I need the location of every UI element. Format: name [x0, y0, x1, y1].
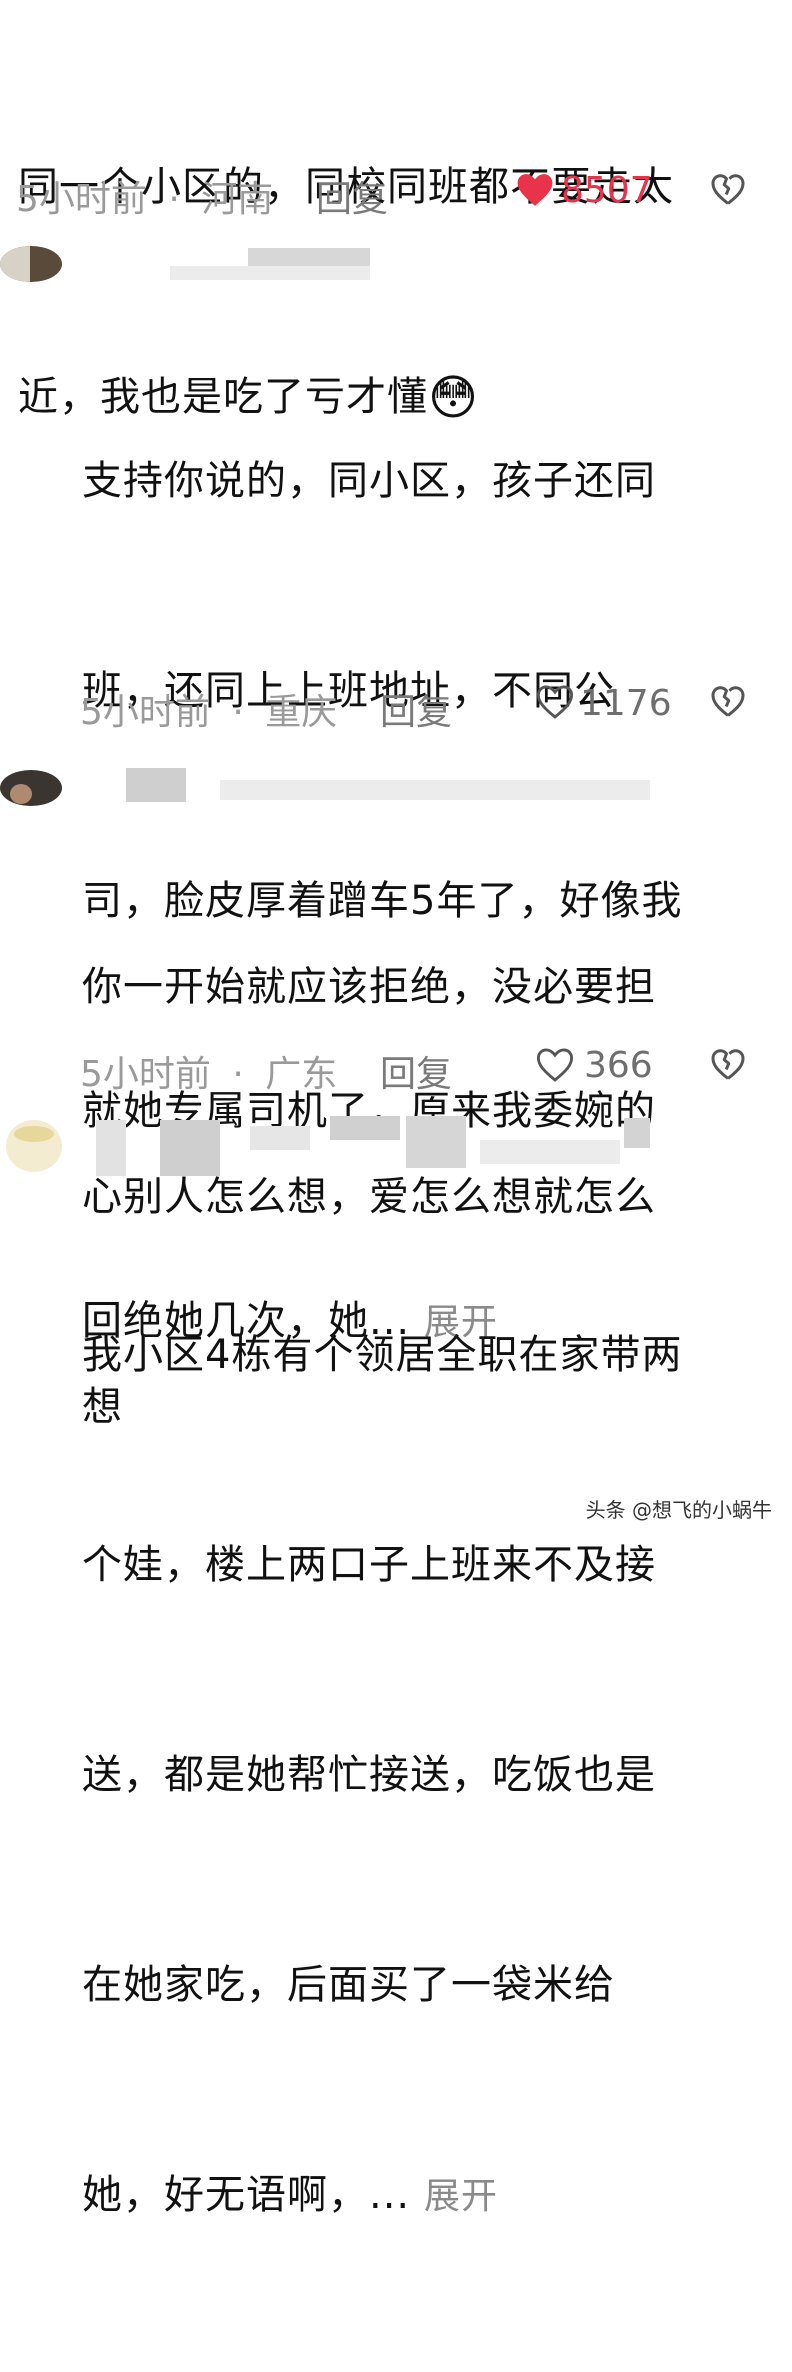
- expand-link[interactable]: 展开: [424, 2176, 498, 2217]
- avatar[interactable]: [6, 1120, 62, 1172]
- blurred-username-trail: [170, 266, 370, 280]
- blurred-username-block: [624, 1118, 650, 1148]
- comment-2-meta: 5小时前 · 重庆: [80, 692, 338, 733]
- heart-outline-icon[interactable]: [536, 1047, 574, 1083]
- broken-heart-icon[interactable]: [710, 684, 746, 720]
- watermark: 头条 @想飞的小蜗牛: [585, 1498, 772, 1522]
- like-count: 8507: [561, 170, 653, 211]
- avatar[interactable]: [0, 246, 62, 282]
- like-count: 1176: [580, 683, 672, 724]
- avatar[interactable]: [0, 770, 62, 806]
- heart-outline-icon[interactable]: [536, 684, 574, 720]
- broken-heart-icon[interactable]: [710, 172, 746, 208]
- blurred-username: [96, 1120, 126, 1176]
- heart-filled-icon[interactable]: [516, 172, 554, 208]
- blurred-username-trail: [220, 780, 650, 800]
- reply-button[interactable]: 回复: [316, 170, 388, 222]
- comment-1-meta: 5小时前 · 河南: [16, 179, 274, 220]
- blurred-username: [126, 768, 186, 802]
- comment-3-meta: 5小时前 · 广东: [80, 1054, 338, 1095]
- blurred-username-block: [250, 1126, 310, 1150]
- reply-button[interactable]: 回复: [380, 1045, 452, 1097]
- broken-heart-icon[interactable]: [710, 1047, 746, 1083]
- reply-button[interactable]: 回复: [380, 683, 452, 735]
- comment-4-text: 我小区4栋有个领居全职在家带两 个娃，楼上两口子上班来不及接 送，都是她帮忙接送…: [82, 1332, 683, 2218]
- blurred-username-block: [160, 1120, 220, 1176]
- blurred-username-trail: [480, 1140, 620, 1164]
- like-count: 366: [584, 1045, 653, 1086]
- blurred-username-block: [330, 1116, 400, 1140]
- blurred-username-block: [406, 1116, 466, 1168]
